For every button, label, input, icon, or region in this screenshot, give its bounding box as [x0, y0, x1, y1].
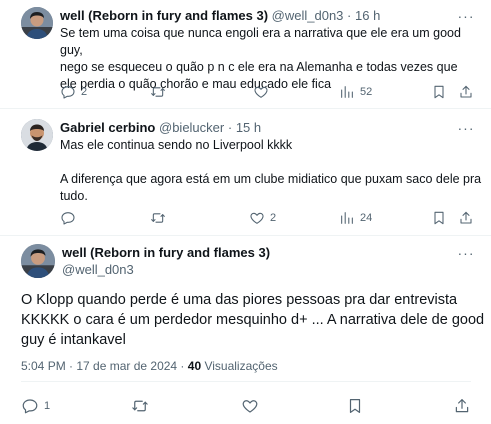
tweet-actions: 1 [21, 396, 476, 416]
tweet-text: O Klopp quando perde é uma das piores pe… [21, 292, 485, 348]
avatar-image [21, 7, 53, 39]
share-icon [458, 84, 474, 100]
bookmark-icon [431, 210, 447, 226]
retweet-button[interactable] [150, 208, 171, 228]
bookmark-icon [431, 84, 447, 100]
tweet-metadata: 5:04 PM · 17 de mar de 2024 · 40 Visuali… [21, 359, 278, 373]
reply-count: 1 [44, 400, 51, 412]
retweet-button[interactable] [150, 82, 171, 102]
bookmark-button[interactable] [431, 82, 447, 102]
retweet-icon [150, 84, 166, 100]
share-button[interactable] [453, 396, 471, 416]
avatar-image [21, 244, 55, 278]
author-handle[interactable]: @well_d0n3 [62, 262, 134, 278]
retweet-icon [131, 397, 149, 415]
separator-dot: · [227, 120, 233, 135]
more-icon[interactable]: ··· [457, 246, 475, 264]
tweet-time[interactable]: 15 h [236, 120, 261, 135]
tweet-header: Gabriel cerbino @bielucker · 15 h [60, 120, 261, 136]
avatar[interactable] [21, 119, 53, 151]
reply-tweet-1[interactable]: well (Reborn in fury and flames 3) @well… [0, 0, 491, 108]
main-tweet: well (Reborn in fury and flames 3) @well… [0, 236, 491, 424]
bookmark-icon [346, 397, 364, 415]
avatar-image [21, 119, 53, 151]
author-handle[interactable]: @well_d0n3 [272, 8, 344, 23]
reply-button[interactable]: 1 [21, 396, 50, 416]
like-button[interactable] [253, 82, 274, 102]
tweet-timestamp[interactable]: 5:04 PM · 17 de mar de 2024 · [21, 359, 188, 373]
bookmark-button[interactable] [431, 208, 447, 228]
views-count: 24 [360, 212, 373, 224]
reply-icon [60, 210, 76, 226]
views-label: Visualizações [201, 359, 278, 373]
tweet-time[interactable]: 16 h [355, 8, 380, 23]
views-count[interactable]: 40 [188, 359, 201, 373]
author-name[interactable]: well (Reborn in fury and flames 3) [60, 8, 268, 23]
tweet-header: well (Reborn in fury and flames 3) @well… [60, 8, 380, 24]
author-handle[interactable]: @bielucker [159, 120, 224, 135]
retweet-icon [150, 210, 166, 226]
reply-button[interactable] [60, 208, 81, 228]
divider [21, 381, 471, 382]
reply-count: 2 [81, 86, 88, 98]
views-icon [339, 210, 355, 226]
separator-dot: · [347, 8, 352, 23]
reply-tweet-2[interactable]: Gabriel cerbino @bielucker · 15 h ··· Ma… [0, 109, 491, 235]
tweet-actions: 2 52 [60, 82, 480, 102]
like-count: 2 [270, 212, 277, 224]
reply-button[interactable]: 2 [60, 82, 87, 102]
bookmark-button[interactable] [346, 396, 364, 416]
views-count: 52 [360, 86, 373, 98]
views-button[interactable]: 24 [339, 208, 372, 228]
like-button[interactable] [241, 396, 259, 416]
avatar[interactable] [21, 244, 55, 278]
views-icon [339, 84, 355, 100]
like-icon [241, 397, 259, 415]
tweet-actions: 2 24 [60, 208, 480, 228]
reply-icon [60, 84, 76, 100]
like-icon [249, 210, 265, 226]
retweet-button[interactable] [131, 396, 149, 416]
share-button[interactable] [458, 82, 474, 102]
reply-icon [21, 397, 39, 415]
share-icon [458, 210, 474, 226]
avatar[interactable] [21, 7, 53, 39]
like-button[interactable]: 2 [249, 208, 276, 228]
views-button[interactable]: 52 [339, 82, 372, 102]
like-icon [253, 84, 269, 100]
share-button[interactable] [458, 208, 474, 228]
author-name[interactable]: well (Reborn in fury and flames 3) [62, 245, 270, 261]
tweet-text: Mas ele continua sendo no Liverpool kkkk… [60, 138, 482, 203]
author-name[interactable]: Gabriel cerbino [60, 120, 155, 135]
share-icon [453, 397, 471, 415]
